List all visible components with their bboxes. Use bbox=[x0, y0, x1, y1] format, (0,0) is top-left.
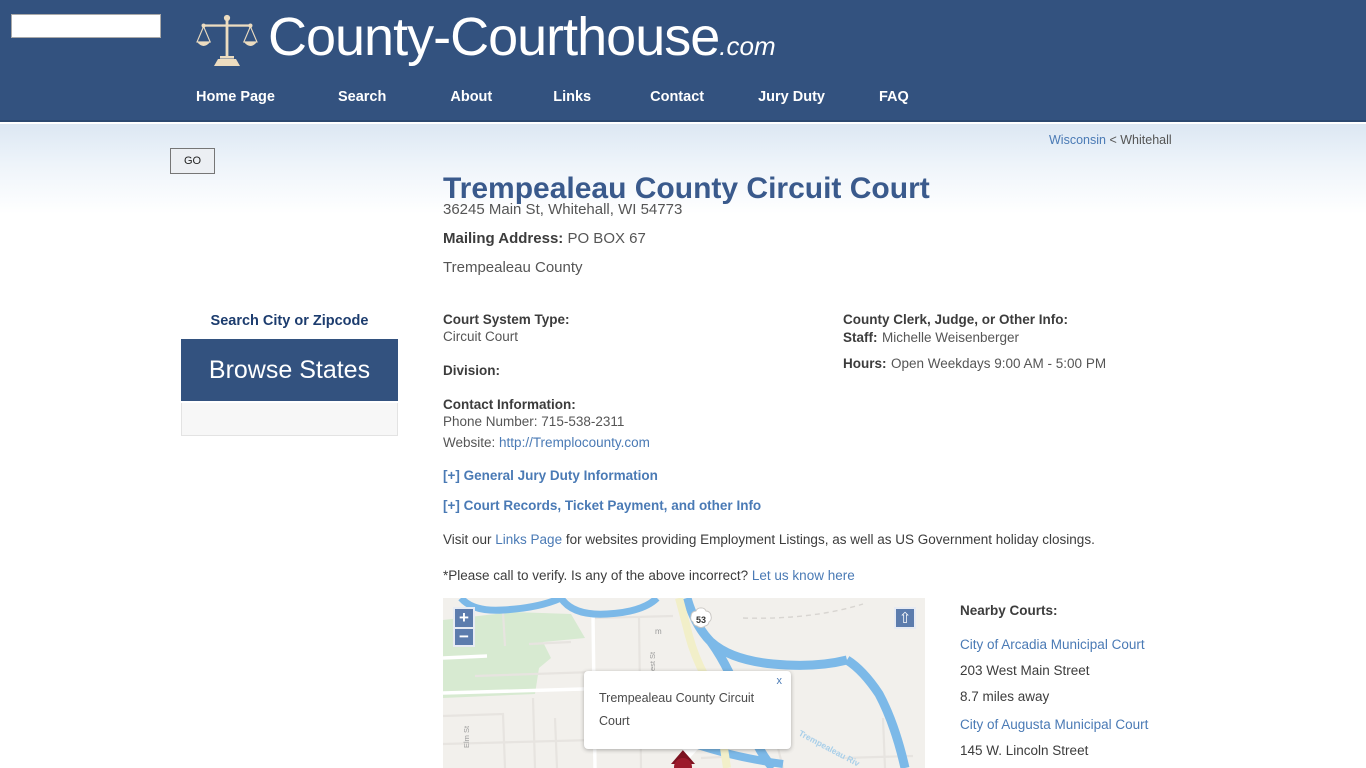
staff-label: Staff: bbox=[843, 330, 878, 345]
links-note-prefix: Visit our bbox=[443, 532, 496, 547]
verify-note-prefix: *Please call to verify. Is any of the ab… bbox=[443, 568, 752, 583]
court-info-right-column: County Clerk, Judge, or Other Info: Staf… bbox=[843, 312, 1243, 375]
links-note-suffix: for websites providing Employment Listin… bbox=[562, 532, 1095, 547]
sidebar-filler-panel bbox=[181, 403, 398, 436]
page-root: County-Courthouse.com Home Page Search A… bbox=[0, 0, 1366, 768]
mailing-address-value: PO BOX 67 bbox=[567, 230, 646, 247]
map-info-popup: x Trempealeau County Circuit Court bbox=[584, 671, 791, 749]
search-input[interactable] bbox=[11, 14, 161, 38]
court-system-type-value: Circuit Court bbox=[443, 329, 519, 344]
breadcrumb-separator: < bbox=[1109, 133, 1117, 147]
court-street-address: 36245 Main St, Whitehall, WI 54773 bbox=[443, 201, 683, 218]
nav-item-links[interactable]: Links bbox=[553, 89, 591, 105]
nearby-courts-panel: Nearby Courts: City of Arcadia Municipal… bbox=[960, 603, 1290, 768]
map-popup-title: Trempealeau County Circuit Court bbox=[599, 691, 755, 728]
nav-item-jury-duty[interactable]: Jury Duty bbox=[758, 89, 825, 105]
brand-title: County-Courthouse.com bbox=[268, 8, 776, 75]
nav-item-faq[interactable]: FAQ bbox=[879, 89, 909, 105]
hours-value: Open Weekdays 9:00 AM - 5:00 PM bbox=[890, 356, 1107, 371]
browse-states-button[interactable]: Browse States bbox=[181, 339, 398, 401]
staff-row: Staff: Michelle Weisenberger bbox=[843, 329, 1243, 347]
links-page-note: Visit our Links Page for websites provid… bbox=[443, 532, 1095, 547]
website-row: Website: http://Tremplocounty.com bbox=[443, 435, 823, 450]
nav-item-contact[interactable]: Contact bbox=[650, 89, 704, 105]
map-zoom-out-button[interactable]: − bbox=[453, 627, 475, 647]
court-info-left-column: Court System Type: Circuit Court Divisio… bbox=[443, 312, 823, 452]
site-header: County-Courthouse.com Home Page Search A… bbox=[0, 0, 1366, 122]
links-page-link[interactable]: Links Page bbox=[495, 532, 562, 547]
breadcrumb-city: Whitehall bbox=[1120, 133, 1172, 147]
website-label: Website: bbox=[443, 435, 496, 450]
phone-number: Phone Number: 715-538-2311 bbox=[443, 414, 625, 429]
hours-label: Hours: bbox=[843, 356, 887, 371]
court-county: Trempealeau County bbox=[443, 259, 583, 276]
nearby-court-address: 203 West Main Street bbox=[960, 663, 1090, 678]
breadcrumb-state-link[interactable]: Wisconsin bbox=[1049, 133, 1106, 147]
nearby-court-distance: 8.7 miles away bbox=[960, 689, 1050, 704]
nav-item-about[interactable]: About bbox=[450, 89, 492, 105]
nav-item-home-page[interactable]: Home Page bbox=[196, 89, 275, 105]
map-poi-label: m bbox=[655, 627, 662, 636]
nearby-court-link-augusta[interactable]: City of Augusta Municipal Court bbox=[960, 717, 1290, 732]
search-caption: Search City or Zipcode bbox=[210, 313, 369, 329]
brand-name: County-Courthouse bbox=[268, 7, 720, 67]
map-street-label-elm-st: Elm St bbox=[462, 725, 471, 748]
scales-of-justice-icon bbox=[196, 14, 258, 66]
map-popup-tail bbox=[681, 748, 699, 758]
mailing-address-label: Mailing Address: bbox=[443, 230, 564, 247]
list-item: City of Augusta Municipal Court 145 W. L… bbox=[960, 717, 1290, 758]
hours-row: Hours: Open Weekdays 9:00 AM - 5:00 PM bbox=[843, 355, 1243, 373]
main-nav: Home Page Search About Links Contact Jur… bbox=[196, 89, 909, 105]
site-logo[interactable]: County-Courthouse.com bbox=[196, 8, 776, 75]
close-icon[interactable]: x bbox=[777, 675, 783, 687]
breadcrumb: Wisconsin < Whitehall bbox=[1049, 133, 1172, 147]
nav-item-search[interactable]: Search bbox=[338, 89, 386, 105]
up-arrow-icon[interactable]: ⇧ bbox=[894, 607, 916, 629]
location-map[interactable]: West St Elm St Trempealeau Riv m 53 + − … bbox=[443, 598, 925, 768]
verify-note: *Please call to verify. Is any of the ab… bbox=[443, 568, 855, 583]
division-label: Division: bbox=[443, 363, 501, 378]
brand-tld: .com bbox=[719, 31, 776, 61]
court-system-type-label: Court System Type: bbox=[443, 312, 570, 327]
contact-information-label: Contact Information: bbox=[443, 397, 576, 412]
website-link[interactable]: http://Tremplocounty.com bbox=[499, 435, 650, 450]
expand-jury-duty-info[interactable]: [+] General Jury Duty Information bbox=[443, 468, 658, 483]
court-mailing-address: Mailing Address: PO BOX 67 bbox=[443, 230, 646, 247]
search-go-button[interactable]: GO bbox=[170, 148, 215, 174]
svg-text:53: 53 bbox=[696, 615, 706, 625]
nearby-court-address: 145 W. Lincoln Street bbox=[960, 743, 1089, 758]
expand-court-records-info[interactable]: [+] Court Records, Ticket Payment, and o… bbox=[443, 498, 761, 513]
let-us-know-link[interactable]: Let us know here bbox=[752, 568, 855, 583]
list-item: City of Arcadia Municipal Court 203 West… bbox=[960, 637, 1290, 704]
map-zoom-in-button[interactable]: + bbox=[453, 607, 475, 627]
staff-value: Michelle Weisenberger bbox=[881, 330, 1020, 345]
county-clerk-label: County Clerk, Judge, or Other Info: bbox=[843, 312, 1069, 327]
nearby-courts-title: Nearby Courts: bbox=[960, 603, 1058, 618]
nearby-court-link-arcadia[interactable]: City of Arcadia Municipal Court bbox=[960, 637, 1290, 652]
